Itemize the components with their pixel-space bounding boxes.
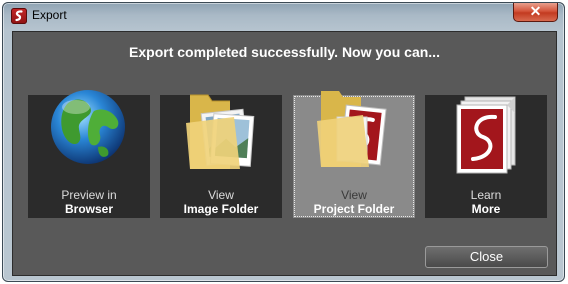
image-folder-icon [160, 77, 282, 177]
tile-caption-line1: View [208, 188, 234, 202]
title-bar[interactable]: Export ✕ [3, 3, 564, 27]
documents-icon [425, 77, 547, 177]
view-project-folder-button[interactable]: View Project Folder [293, 91, 415, 218]
status-headline: Export completed successfully. Now you c… [129, 44, 440, 60]
project-folder-icon [293, 77, 415, 177]
window-title: Export [32, 8, 67, 22]
tile-caption-line2: Project Folder [313, 202, 395, 216]
learn-more-button[interactable]: Learn More [425, 95, 547, 218]
export-dialog: Export ✕ Export completed successfully. … [2, 2, 565, 282]
dialog-content: Export completed successfully. Now you c… [12, 31, 557, 276]
tile-caption-line1: Learn [470, 188, 502, 202]
tile-caption-line2: More [471, 202, 501, 216]
app-logo-icon [11, 8, 27, 24]
window-close-button[interactable]: ✕ [513, 3, 558, 22]
globe-icon [28, 77, 150, 177]
tile-caption-line1: View [341, 188, 367, 202]
tile-caption-line1: Preview in [61, 188, 117, 202]
close-button[interactable]: Close [425, 246, 548, 268]
tile-caption-line2: Browser [64, 202, 114, 216]
tile-caption-line2: Image Folder [183, 202, 259, 216]
view-image-folder-button[interactable]: View Image Folder [160, 94, 282, 218]
preview-in-browser-button[interactable]: Preview in Browser [28, 90, 150, 218]
